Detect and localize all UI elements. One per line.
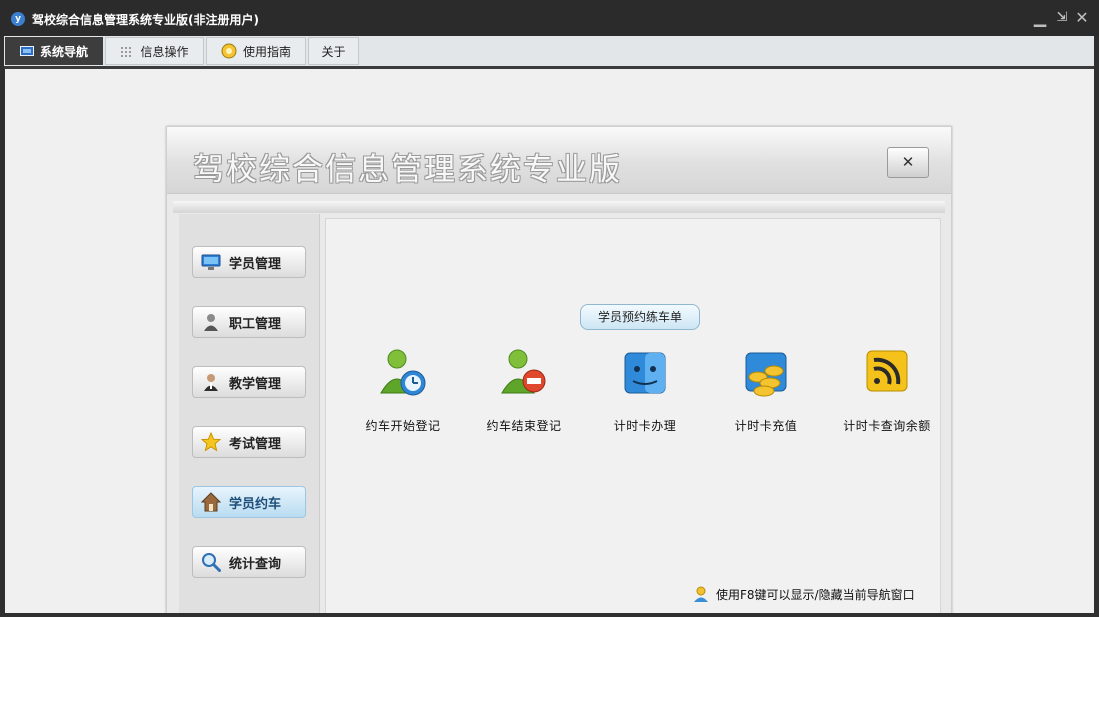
tab-user-guide[interactable]: 使用指南	[206, 37, 306, 65]
hint-text: 使用F8键可以显示/隐藏当前导航窗口	[716, 587, 915, 602]
navigation-panel-title: 驾校综合信息管理系统专业版	[193, 152, 622, 188]
section-title-button[interactable]: 学员预约练车单	[580, 304, 700, 330]
feature-timecard-issue[interactable]: 计时卡办理	[590, 347, 700, 434]
tab-about[interactable]: 关于	[308, 37, 359, 65]
tab-system-navigation[interactable]: 系统导航	[5, 37, 103, 65]
feature-timecard-balance[interactable]: 计时卡查询余额	[832, 347, 942, 434]
side-button-student-management[interactable]: 学员管理	[192, 246, 306, 278]
main-tab-bar: 系统导航 信息操作 使用指南 关于	[4, 36, 1094, 66]
feature-label: 约车结束登记	[486, 419, 562, 433]
tab-label: 信息操作	[140, 44, 189, 59]
close-panel-button[interactable]: ✕	[887, 147, 929, 178]
side-button-label: 教学管理	[229, 376, 282, 392]
side-button-label: 考试管理	[229, 436, 282, 452]
window-title: 驾校综合信息管理系统专业版(非注册用户)	[32, 13, 259, 27]
side-button-label: 职工管理	[229, 316, 282, 332]
monitor-icon	[201, 252, 221, 272]
rss-icon	[861, 347, 913, 399]
grid-icon	[120, 46, 134, 57]
feature-booking-start[interactable]: 约车开始登记	[348, 347, 458, 434]
app-logo-icon: y	[11, 12, 25, 26]
coins-icon	[740, 347, 792, 399]
close-window-icon[interactable]: ✕	[1073, 8, 1091, 27]
feature-label: 约车开始登记	[365, 419, 441, 433]
minimize-icon[interactable]: ▁	[1031, 8, 1049, 27]
tab-label: 使用指南	[242, 44, 291, 59]
feature-timecard-recharge[interactable]: 计时卡充值	[711, 347, 821, 434]
user-stop-icon	[498, 347, 550, 399]
person-icon	[201, 312, 221, 332]
navigation-panel: 驾校综合信息管理系统专业版 ✕ 学员管理 职工管理 教学管理 考试管理 学员约车…	[166, 126, 952, 613]
side-button-statistics-query[interactable]: 统计查询	[192, 546, 306, 578]
side-menu: 学员管理 职工管理 教学管理 考试管理 学员约车 统计查询	[179, 214, 320, 613]
side-button-label: 学员管理	[229, 256, 282, 272]
help-icon	[221, 43, 237, 59]
feature-area: 学员预约练车单 约车开始登记 约车结束登记 计时卡办理 计时卡充值 计时卡查询余…	[325, 218, 941, 613]
side-button-student-booking[interactable]: 学员约车	[192, 486, 306, 518]
star-icon	[200, 431, 222, 452]
feature-label: 计时卡办理	[613, 419, 677, 433]
user-hint-icon	[692, 585, 710, 603]
home-icon	[200, 492, 222, 512]
content-area: 驾校综合信息管理系统专业版 ✕ 学员管理 职工管理 教学管理 考试管理 学员约车…	[5, 69, 1094, 613]
side-button-staff-management[interactable]: 职工管理	[192, 306, 306, 338]
monitor-icon	[19, 45, 34, 57]
title-bar[interactable]: y 驾校综合信息管理系统专业版(非注册用户) ▁ ⇲ ✕	[0, 0, 1099, 36]
side-button-teaching-management[interactable]: 教学管理	[192, 366, 306, 398]
restore-icon[interactable]: ⇲	[1053, 10, 1071, 25]
feature-label: 计时卡查询余额	[843, 419, 931, 433]
f8-hint: 使用F8键可以显示/隐藏当前导航窗口	[692, 585, 915, 603]
navigation-panel-header: 驾校综合信息管理系统专业版 ✕	[167, 127, 951, 194]
tab-label: 系统导航	[39, 44, 88, 59]
side-button-label: 统计查询	[229, 556, 282, 572]
side-button-label: 学员约车	[229, 496, 282, 512]
user-clock-icon	[377, 347, 429, 399]
feature-label: 计时卡充值	[734, 419, 798, 433]
teacher-icon	[201, 372, 221, 392]
search-icon	[201, 552, 221, 572]
header-divider	[173, 201, 945, 213]
tab-info-operations[interactable]: 信息操作	[105, 37, 204, 65]
tab-label: 关于	[321, 44, 346, 59]
feature-booking-end[interactable]: 约车结束登记	[469, 347, 579, 434]
side-button-exam-management[interactable]: 考试管理	[192, 426, 306, 458]
app-window: y 驾校综合信息管理系统专业版(非注册用户) ▁ ⇲ ✕ 系统导航 信息操作 使…	[0, 0, 1099, 617]
finder-icon	[619, 347, 671, 399]
